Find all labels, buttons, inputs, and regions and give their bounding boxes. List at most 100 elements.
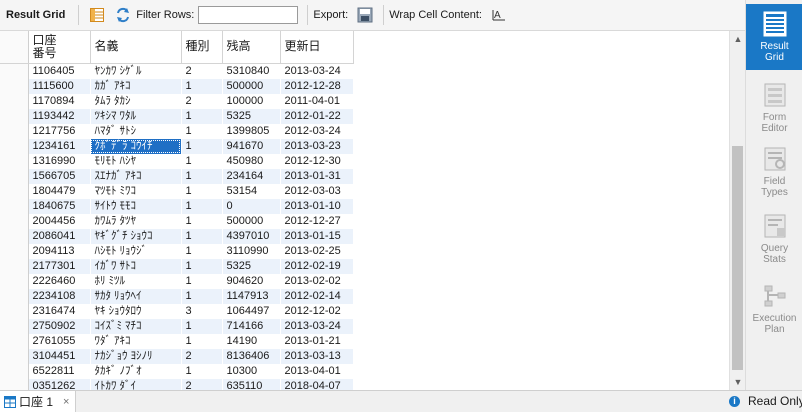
table-cell[interactable]: 8136406 <box>222 348 280 364</box>
table-row[interactable]: 1217756 ﾊﾏﾀﾞ ｻﾄｼ 1 1399805 2012-03-24 <box>0 123 353 139</box>
row-header[interactable] <box>0 123 29 139</box>
table-cell[interactable]: 1 <box>181 78 222 94</box>
row-header[interactable] <box>0 348 29 364</box>
table-cell[interactable]: ｲﾄｶﾜ ﾀﾞｲ <box>90 378 181 390</box>
table-cell[interactable]: ｻｶﾀ ﾘｮｳﾍｲ <box>90 288 181 304</box>
table-cell[interactable]: 53154 <box>222 184 280 199</box>
table-cell[interactable]: ｲｶﾞﾜ ｻﾄｺ <box>90 258 181 274</box>
table-cell[interactable]: 2013-03-24 <box>280 63 353 79</box>
table-row[interactable]: 1106405 ﾔﾝｶﾜ ｼｹﾞﾙ 2 5310840 2013-03-24 <box>0 63 353 79</box>
table-cell[interactable]: 2 <box>181 348 222 364</box>
side-button-field-types[interactable]: Field Types <box>746 139 802 205</box>
table-row[interactable]: 1115600 ｶｶﾞ ｱｷｺ 1 500000 2012-12-28 <box>0 78 353 94</box>
toggle-columns-icon[interactable] <box>89 7 105 23</box>
column-header[interactable]: 名義 <box>90 31 182 64</box>
table-cell[interactable]: 1170894 <box>28 94 90 109</box>
table-row[interactable]: 3104451 ﾅｶｼﾞｮｳ ﾖｼﾉﾘ 2 8136406 2013-03-13 <box>0 348 353 364</box>
scroll-down-icon[interactable]: ▼ <box>730 374 746 390</box>
table-cell[interactable]: 6522811 <box>28 364 90 379</box>
column-header[interactable]: 口座 番号 <box>28 31 91 64</box>
corner-header[interactable] <box>0 31 29 64</box>
table-cell[interactable]: 1106405 <box>28 63 90 79</box>
table-cell[interactable]: ﾂｷｼﾏ ﾜﾀﾙ <box>90 108 181 124</box>
side-button-form-editor[interactable]: Form Editor <box>746 75 802 141</box>
wrap-text-icon[interactable]: A <box>491 7 507 23</box>
table-cell[interactable]: 1 <box>181 228 222 244</box>
refresh-icon[interactable] <box>115 7 131 23</box>
table-cell[interactable]: ｽｴﾅｶﾞ ｱｷｺ <box>90 168 181 184</box>
row-header[interactable] <box>0 318 29 334</box>
table-cell[interactable]: 2013-01-21 <box>280 334 353 349</box>
table-cell[interactable]: 2013-04-01 <box>280 364 353 379</box>
table-cell[interactable]: 3110990 <box>222 244 280 259</box>
row-header[interactable] <box>0 273 29 289</box>
row-header[interactable] <box>0 303 29 319</box>
table-cell[interactable]: 5325 <box>222 258 280 274</box>
table-cell[interactable]: 2012-03-03 <box>280 184 353 199</box>
side-button-execution-plan[interactable]: Execution Plan <box>746 276 802 342</box>
table-row[interactable]: 2094113 ﾊｼﾓﾄ ﾘｮｳｼﾞ 1 3110990 2013-02-25 <box>0 243 353 259</box>
table-cell[interactable]: 1 <box>181 154 222 169</box>
table-cell[interactable]: 2012-01-22 <box>280 108 353 124</box>
table-cell[interactable]: 1 <box>181 138 222 154</box>
table-cell[interactable]: 941670 <box>222 138 280 154</box>
column-header[interactable]: 残高 <box>222 31 281 64</box>
side-button-query-stats[interactable]: Query Stats <box>746 206 802 272</box>
table-row[interactable]: 6522811 ﾀｶｷﾞ ﾉﾌﾞｵ 1 10300 2013-04-01 <box>0 363 353 379</box>
table-row[interactable]: 1804479 ﾏﾂﾓﾄ ﾐﾜｺ 1 53154 2012-03-03 <box>0 183 353 199</box>
table-cell[interactable]: 5310840 <box>222 63 280 79</box>
table-cell[interactable]: 2750902 <box>28 318 90 334</box>
table-cell[interactable]: 2013-01-15 <box>280 228 353 244</box>
table-cell[interactable]: 1 <box>181 274 222 289</box>
table-cell[interactable]: 635110 <box>222 378 280 390</box>
table-cell[interactable]: ﾅｶｼﾞｮｳ ﾖｼﾉﾘ <box>90 348 181 364</box>
table-cell[interactable]: 1 <box>181 124 222 139</box>
table-row[interactable]: 2086041 ﾔｷﾞｸﾞﾁ ｼｮｳｺ 1 4397010 2013-01-15 <box>0 228 353 244</box>
table-cell[interactable]: 1840675 <box>28 198 90 214</box>
table-cell[interactable]: 1 <box>181 184 222 199</box>
table-cell[interactable]: 2013-03-13 <box>280 348 353 364</box>
table-cell[interactable]: 2013-02-02 <box>280 274 353 289</box>
table-cell[interactable]: 1399805 <box>222 124 280 139</box>
table-cell[interactable]: 100000 <box>222 94 280 109</box>
table-cell[interactable]: 1804479 <box>28 184 90 199</box>
table-cell[interactable]: 2177301 <box>28 258 90 274</box>
table-cell[interactable]: 714166 <box>222 318 280 334</box>
table-cell[interactable]: 2012-03-24 <box>280 124 353 139</box>
table-cell[interactable]: 904620 <box>222 274 280 289</box>
table-cell[interactable]: 1 <box>181 334 222 349</box>
table-cell[interactable]: 2011-04-01 <box>280 94 353 109</box>
table-cell[interactable]: 4397010 <box>222 228 280 244</box>
row-header[interactable] <box>0 198 29 214</box>
table-cell[interactable]: 1147913 <box>222 288 280 304</box>
table-row[interactable]: 2234108 ｻｶﾀ ﾘｮｳﾍｲ 1 1147913 2012-02-14 <box>0 288 353 304</box>
table-row[interactable]: 2177301 ｲｶﾞﾜ ｻﾄｺ 1 5325 2012-02-19 <box>0 258 353 274</box>
table-cell[interactable]: ﾊｼﾓﾄ ﾘｮｳｼﾞ <box>90 244 181 259</box>
table-cell[interactable]: 1234161 <box>28 138 90 154</box>
table-cell[interactable]: 2018-04-07 <box>280 378 353 390</box>
table-cell[interactable]: 450980 <box>222 154 280 169</box>
table-cell[interactable]: ﾔﾝｶﾜ ｼｹﾞﾙ <box>90 63 181 79</box>
table-cell[interactable]: 500000 <box>222 214 280 229</box>
table-cell[interactable]: 2012-12-30 <box>280 154 353 169</box>
table-cell[interactable]: 1 <box>181 244 222 259</box>
table-cell[interactable]: 5325 <box>222 108 280 124</box>
table-cell[interactable]: ﾎﾘ ﾐﾂﾙ <box>90 274 181 289</box>
table-cell[interactable]: 1 <box>181 168 222 184</box>
table-cell[interactable]: ﾀﾑﾗ ﾀｶｼ <box>90 94 181 109</box>
table-row[interactable]: 1234161 ｸﾎﾞﾃﾞﾗ ｺｳｲﾁ 1 941670 2013-03-23 <box>0 138 353 154</box>
filter-rows-input[interactable] <box>198 6 299 24</box>
table-cell[interactable]: 2086041 <box>28 228 90 244</box>
table-cell[interactable]: 2012-02-19 <box>280 258 353 274</box>
table-cell[interactable]: 1 <box>181 364 222 379</box>
table-row[interactable]: 2316474 ﾔｷ ｼｮｳﾀﾛｳ 3 1064497 2012-12-02 <box>0 303 353 319</box>
table-cell[interactable]: 2226460 <box>28 274 90 289</box>
table-cell[interactable]: 2094113 <box>28 244 90 259</box>
table-cell[interactable]: 2761055 <box>28 334 90 349</box>
table-cell[interactable]: 2 <box>181 378 222 390</box>
table-cell[interactable]: 1 <box>181 258 222 274</box>
side-button-result-grid[interactable]: Result Grid <box>746 4 802 70</box>
table-row[interactable]: 2004456 ｶﾜﾑﾗ ﾀﾂﾔ 1 500000 2012-12-27 <box>0 213 353 229</box>
selected-cell[interactable]: ｸﾎﾞﾃﾞﾗ ｺｳｲﾁ <box>90 138 181 154</box>
row-header[interactable] <box>0 243 29 259</box>
